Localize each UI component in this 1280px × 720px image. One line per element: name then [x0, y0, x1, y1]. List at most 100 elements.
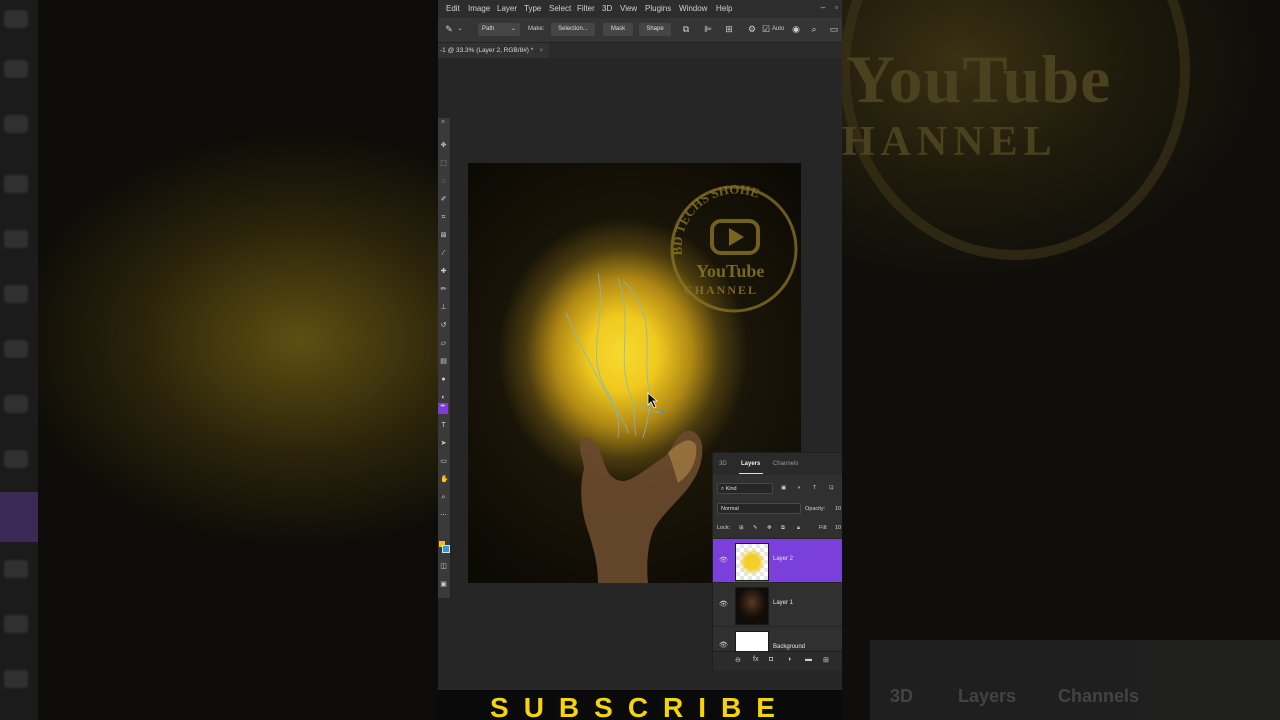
- menu-plugins[interactable]: Plugins: [645, 4, 671, 13]
- new-group-icon[interactable]: ▬: [805, 656, 812, 663]
- pixel-filter-icon[interactable]: ▣: [781, 485, 786, 491]
- pen-path: [617, 277, 637, 436]
- opacity-label: Opacity:: [805, 506, 826, 512]
- menu-3d[interactable]: 3D: [602, 4, 612, 13]
- tool-mode-value: Path: [482, 26, 495, 32]
- visibility-eye-icon[interactable]: 👁︎: [719, 600, 728, 608]
- watermark-youtube-text: YouTube: [696, 261, 765, 281]
- menu-type[interactable]: Type: [524, 4, 541, 13]
- lasso-tool-icon[interactable]: ◌: [440, 178, 447, 185]
- layers-panel-footer: ⊖ fx ◘ ◑ ▬ ⊞: [713, 651, 842, 670]
- selection-button[interactable]: Selection...: [551, 23, 595, 36]
- gear-icon[interactable]: ⚙: [747, 24, 757, 34]
- shape-button[interactable]: Shape: [639, 23, 671, 36]
- eraser-tool-icon[interactable]: ▱: [440, 340, 447, 347]
- menu-filter[interactable]: Filter: [577, 4, 595, 13]
- pen-tool-icon[interactable]: ✎: [444, 24, 454, 34]
- type-filter-icon[interactable]: T: [813, 485, 816, 491]
- add-mask-icon[interactable]: ◘: [769, 656, 773, 663]
- tab-channels[interactable]: Channels: [773, 461, 798, 467]
- layer-filter-select[interactable]: ⌕ Kind: [717, 483, 773, 494]
- fill-value[interactable]: 10: [835, 525, 841, 531]
- menu-layer[interactable]: Layer: [497, 4, 517, 13]
- document-tab-title: -1 @ 33.3% (Layer 2, RGB/8#) *: [440, 47, 534, 54]
- chevron-down-icon[interactable]: ⌄: [455, 24, 465, 34]
- layers-panel: 3D Layers Channels ⌕ Kind ▣ ◑ T ⊡ Normal…: [712, 452, 842, 670]
- menu-help[interactable]: Help: [716, 4, 732, 13]
- path-operations-icon[interactable]: ⧉: [681, 24, 691, 34]
- blurred-tool-icon: [4, 60, 28, 78]
- blurred-tool-icon: [4, 395, 28, 413]
- lock-all-icon[interactable]: 🔒︎: [797, 525, 800, 532]
- more-tools-icon[interactable]: ⋯: [440, 512, 447, 519]
- frame-tool-icon[interactable]: ⊠: [440, 232, 447, 239]
- visibility-eye-icon[interactable]: 👁︎: [719, 556, 728, 564]
- path-arrangement-icon[interactable]: ⊞: [724, 24, 734, 34]
- tool-mode-select[interactable]: Path ⌄: [478, 23, 520, 36]
- tab-layers[interactable]: Layers: [741, 461, 760, 467]
- type-tool-icon[interactable]: T: [440, 422, 447, 429]
- background-color-swatch[interactable]: [442, 545, 450, 553]
- quick-select-tool-icon[interactable]: ✐: [440, 196, 447, 203]
- blurred-tool-icon: [4, 615, 28, 633]
- path-select-tool-icon[interactable]: ➤: [440, 440, 447, 447]
- close-icon[interactable]: ×: [441, 119, 445, 126]
- marquee-tool-icon[interactable]: ⬚: [440, 160, 447, 167]
- menu-view[interactable]: View: [620, 4, 637, 13]
- blurred-tab-layers: Layers: [958, 686, 1017, 706]
- lock-image-icon[interactable]: ✎: [753, 525, 758, 531]
- layer-thumbnail: [735, 543, 769, 581]
- lock-artboard-icon[interactable]: ⧉: [781, 525, 785, 532]
- document-tab[interactable]: -1 @ 33.3% (Layer 2, RGB/8#) * ×: [438, 43, 550, 58]
- path-alignment-icon[interactable]: ⊫: [703, 24, 713, 34]
- history-brush-icon[interactable]: ↺: [440, 322, 447, 329]
- path-options-icon[interactable]: ◉: [791, 24, 801, 34]
- zoom-tool-icon[interactable]: ⌕: [440, 494, 447, 501]
- hand-tool-icon[interactable]: ✋: [440, 476, 449, 483]
- menu-image[interactable]: Image: [468, 4, 490, 13]
- move-tool-icon[interactable]: ✥: [440, 142, 447, 149]
- blend-mode-value: Normal: [721, 506, 739, 512]
- pen-path: [622, 280, 651, 439]
- layer-row-background[interactable]: 👁︎ Background: [713, 626, 842, 652]
- eyedropper-tool-icon[interactable]: ⁄: [440, 250, 447, 257]
- pen-tool-icon[interactable]: ✒: [438, 403, 448, 414]
- blurred-tool-icon: [4, 340, 28, 358]
- lock-position-icon[interactable]: ✥: [767, 525, 772, 531]
- menu-select[interactable]: Select: [549, 4, 571, 13]
- healing-tool-icon[interactable]: ✚: [440, 268, 447, 275]
- link-layers-icon[interactable]: ⊖: [735, 656, 741, 664]
- blur-tool-icon[interactable]: ●: [440, 376, 447, 383]
- new-layer-icon[interactable]: ⊞: [823, 656, 829, 664]
- screen-mode-icon[interactable]: ▣: [440, 581, 447, 588]
- auto-add-delete-checkbox[interactable]: ☑: [761, 24, 771, 34]
- maximize-icon[interactable]: ▫: [835, 3, 838, 12]
- brush-tool-icon[interactable]: ✏: [440, 286, 447, 293]
- stamp-tool-icon[interactable]: ⊥: [440, 304, 447, 311]
- gradient-tool-icon[interactable]: ▤: [440, 358, 447, 365]
- tab-3d[interactable]: 3D: [719, 461, 727, 467]
- adjustment-filter-icon[interactable]: ◑: [797, 485, 800, 491]
- layer-row-layer-2[interactable]: 👁︎ Layer 2: [713, 538, 842, 582]
- workspace-icon[interactable]: ▭: [829, 24, 839, 34]
- dodge-tool-icon[interactable]: ◐: [440, 394, 447, 401]
- menu-edit[interactable]: Edit: [446, 4, 460, 13]
- fx-icon[interactable]: fx: [753, 656, 758, 663]
- minimize-icon[interactable]: –: [821, 3, 825, 12]
- close-icon[interactable]: ×: [539, 47, 543, 54]
- shape-filter-icon[interactable]: ⊡: [829, 485, 834, 491]
- tools-panel: × ✥ ⬚ ◌ ✐ ⌗ ⊠ ⁄ ✚ ✏ ⊥ ↺ ▱ ▤ ● ◐ ✒ T ➤ ▭ …: [438, 118, 451, 598]
- adjustment-layer-icon[interactable]: ◑: [787, 656, 791, 663]
- blurred-channel-text: HANNEL: [842, 119, 1058, 165]
- mask-button[interactable]: Mask: [603, 23, 633, 36]
- crop-tool-icon[interactable]: ⌗: [440, 214, 447, 221]
- rectangle-tool-icon[interactable]: ▭: [440, 458, 447, 465]
- quick-mask-icon[interactable]: ◫: [440, 563, 447, 570]
- visibility-eye-icon[interactable]: 👁︎: [719, 641, 728, 649]
- search-icon[interactable]: ⌕: [809, 24, 819, 34]
- menu-window[interactable]: Window: [679, 4, 707, 13]
- lock-transparent-icon[interactable]: ⊞: [739, 525, 744, 531]
- layer-row-layer-1[interactable]: 👁︎ Layer 1: [713, 582, 842, 626]
- opacity-value[interactable]: 10: [835, 506, 841, 512]
- blend-mode-select[interactable]: Normal: [717, 503, 801, 514]
